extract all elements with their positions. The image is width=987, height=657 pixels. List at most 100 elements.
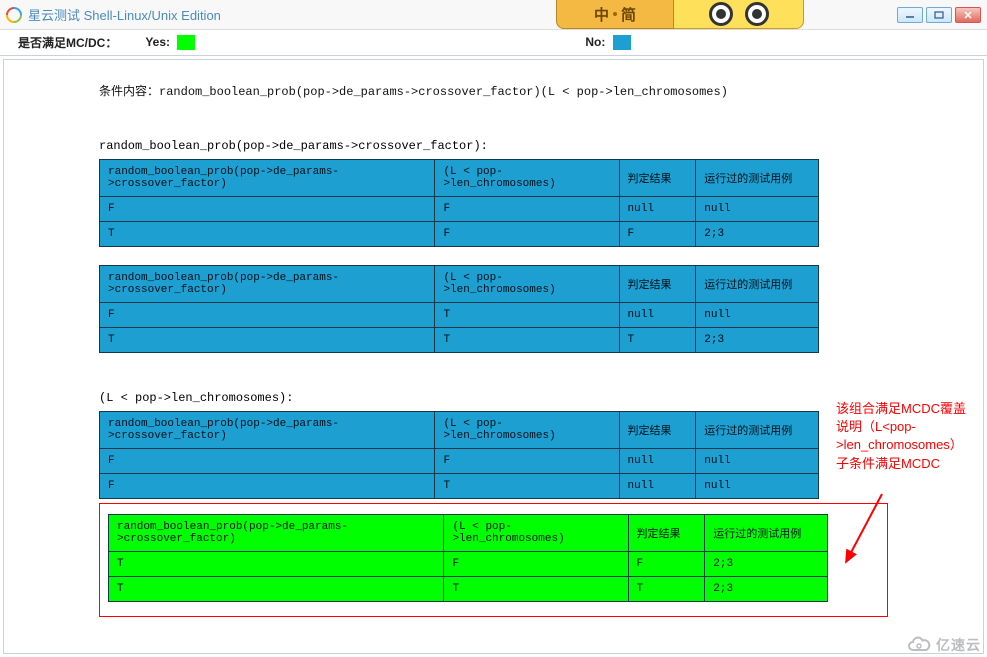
header-cell: (L < pop->len_chromosomes) bbox=[435, 266, 619, 303]
cell: null bbox=[696, 449, 819, 474]
cell: T bbox=[435, 328, 619, 353]
header-cell: 运行过的测试用例 bbox=[705, 515, 828, 552]
cell: 2;3 bbox=[705, 552, 828, 577]
annot-line: 子条件满足MCDC bbox=[836, 456, 940, 471]
section2-title: (L < pop->len_chromosomes): bbox=[99, 391, 888, 405]
cell: F bbox=[444, 552, 628, 577]
cell: T bbox=[628, 577, 705, 602]
cell: T bbox=[619, 328, 696, 353]
table-row: F F null null bbox=[100, 197, 819, 222]
header-cell: 判定结果 bbox=[619, 266, 696, 303]
header-cell: 运行过的测试用例 bbox=[696, 266, 819, 303]
cell: F bbox=[628, 552, 705, 577]
cell: T bbox=[435, 303, 619, 328]
legend-bar: 是否满足MC/DC： Yes: No: bbox=[0, 30, 987, 56]
ime-eye-icon bbox=[709, 2, 733, 26]
table-row: T T T 2;3 bbox=[109, 577, 828, 602]
watermark: 亿速云 bbox=[906, 635, 981, 655]
cell: F bbox=[100, 449, 435, 474]
content-panel: 条件内容：random_boolean_prob(pop->de_params-… bbox=[3, 59, 984, 654]
section1-table-a: random_boolean_prob(pop->de_params->cros… bbox=[99, 159, 819, 247]
table-row: T F F 2;3 bbox=[100, 222, 819, 247]
annotation-text: 该组合满足MCDC覆盖 说明（L<pop- >len_chromosomes） … bbox=[836, 400, 984, 473]
legend-no: No: bbox=[585, 35, 630, 50]
app-logo-icon bbox=[6, 7, 22, 23]
header-cell: 运行过的测试用例 bbox=[696, 412, 819, 449]
legend-question: 是否满足MC/DC： bbox=[18, 34, 117, 51]
table-header-row: random_boolean_prob(pop->de_params->cros… bbox=[100, 412, 819, 449]
maximize-button[interactable] bbox=[926, 7, 952, 23]
ime-mode[interactable]: 中 简 bbox=[556, 0, 674, 29]
header-cell: random_boolean_prob(pop->de_params->cros… bbox=[100, 266, 435, 303]
table-row: F T null null bbox=[100, 303, 819, 328]
header-cell: random_boolean_prob(pop->de_params->cros… bbox=[100, 412, 435, 449]
annot-line: >len_chromosomes） bbox=[836, 437, 963, 452]
annot-line: 说明（L<pop- bbox=[836, 419, 916, 434]
header-cell: random_boolean_prob(pop->de_params->cros… bbox=[109, 515, 444, 552]
cell: F bbox=[100, 303, 435, 328]
header-cell: 判定结果 bbox=[628, 515, 705, 552]
cell: null bbox=[619, 303, 696, 328]
cell: T bbox=[444, 577, 628, 602]
cell: F bbox=[435, 197, 619, 222]
cell: null bbox=[619, 197, 696, 222]
header-cell: (L < pop->len_chromosomes) bbox=[435, 160, 619, 197]
annot-line: 该组合满足MCDC覆盖 bbox=[836, 401, 966, 416]
window-title: 星云测试 Shell-Linux/Unix Edition bbox=[28, 5, 221, 24]
header-cell: 判定结果 bbox=[619, 412, 696, 449]
minimize-button[interactable] bbox=[897, 7, 923, 23]
section1-table-b: random_boolean_prob(pop->de_params->cros… bbox=[99, 265, 819, 353]
header-cell: (L < pop->len_chromosomes) bbox=[444, 515, 628, 552]
cell: T bbox=[100, 328, 435, 353]
table-header-row: random_boolean_prob(pop->de_params->cros… bbox=[100, 160, 819, 197]
cell: F bbox=[619, 222, 696, 247]
header-cell: (L < pop->len_chromosomes) bbox=[435, 412, 619, 449]
table-row: T T T 2;3 bbox=[100, 328, 819, 353]
section2-table-b: random_boolean_prob(pop->de_params->cros… bbox=[108, 514, 828, 602]
header-cell: 判定结果 bbox=[619, 160, 696, 197]
window-controls bbox=[897, 7, 981, 23]
table-row: T F F 2;3 bbox=[109, 552, 828, 577]
cell: F bbox=[100, 474, 435, 499]
ime-face[interactable] bbox=[674, 0, 804, 29]
ime-eye-icon bbox=[745, 2, 769, 26]
condition-label: 条件内容： bbox=[99, 85, 159, 99]
cell: null bbox=[696, 303, 819, 328]
cell: T bbox=[435, 474, 619, 499]
cell: F bbox=[435, 222, 619, 247]
mcdc-highlight-box: random_boolean_prob(pop->de_params->cros… bbox=[99, 503, 888, 617]
watermark-text: 亿速云 bbox=[936, 635, 981, 655]
close-button[interactable] bbox=[955, 7, 981, 23]
table-header-row: random_boolean_prob(pop->de_params->cros… bbox=[109, 515, 828, 552]
ime-char-simp: 简 bbox=[621, 4, 636, 25]
titlebar: 星云测试 Shell-Linux/Unix Edition bbox=[0, 0, 987, 30]
cell: null bbox=[696, 474, 819, 499]
cell: T bbox=[100, 222, 435, 247]
table-row: F T null null bbox=[100, 474, 819, 499]
legend-yes-label: Yes: bbox=[145, 35, 170, 49]
cell: 2;3 bbox=[696, 222, 819, 247]
cell: null bbox=[696, 197, 819, 222]
cell: F bbox=[435, 449, 619, 474]
legend-yes-swatch bbox=[177, 35, 195, 50]
cell: 2;3 bbox=[696, 328, 819, 353]
header-cell: random_boolean_prob(pop->de_params->cros… bbox=[100, 160, 435, 197]
legend-no-swatch bbox=[613, 35, 631, 50]
legend-yes: Yes: bbox=[145, 35, 195, 50]
cell: F bbox=[100, 197, 435, 222]
condition-expr: random_boolean_prob(pop->de_params->cros… bbox=[159, 85, 728, 99]
ime-char-zh: 中 bbox=[594, 4, 609, 25]
cell: T bbox=[109, 552, 444, 577]
section2-table-a: random_boolean_prob(pop->de_params->cros… bbox=[99, 411, 819, 499]
cloud-icon bbox=[906, 636, 932, 654]
legend-no-label: No: bbox=[585, 35, 605, 49]
table-header-row: random_boolean_prob(pop->de_params->cros… bbox=[100, 266, 819, 303]
cell: 2;3 bbox=[705, 577, 828, 602]
ime-dot-icon bbox=[613, 12, 617, 16]
cell: null bbox=[619, 449, 696, 474]
table-row: F F null null bbox=[100, 449, 819, 474]
cell: T bbox=[109, 577, 444, 602]
condition-text: 条件内容：random_boolean_prob(pop->de_params-… bbox=[99, 82, 888, 99]
section1-title: random_boolean_prob(pop->de_params->cros… bbox=[99, 139, 888, 153]
ime-toolbar[interactable]: 中 简 bbox=[556, 0, 804, 29]
